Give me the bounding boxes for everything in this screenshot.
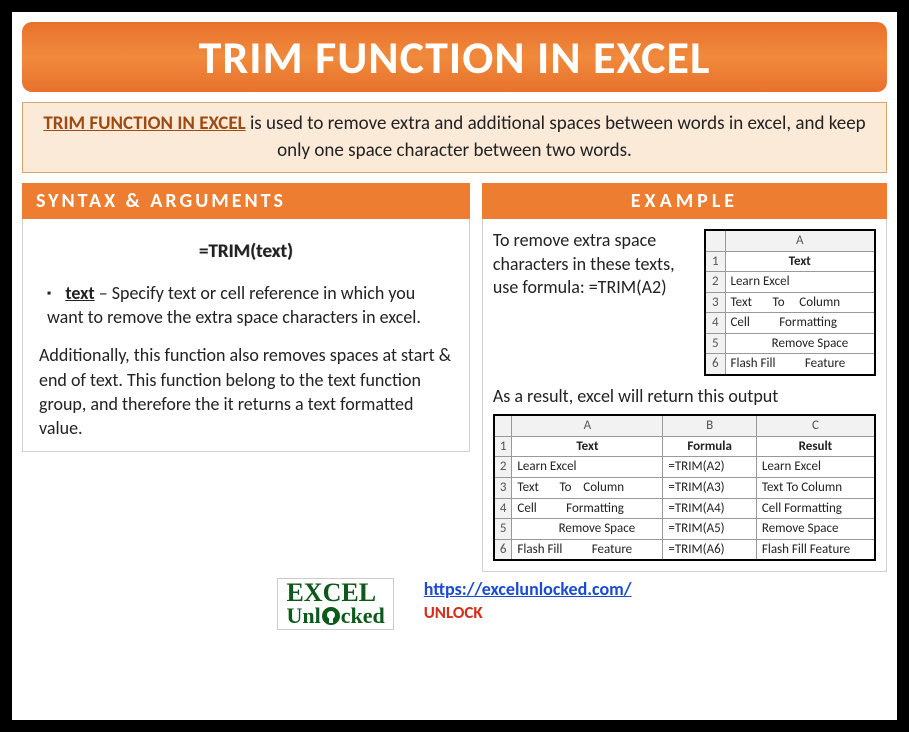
table-row: 6Flash Fill Feature bbox=[705, 354, 875, 375]
col-header-b: B bbox=[663, 415, 756, 436]
keyhole-icon bbox=[322, 607, 340, 625]
page-title: TRIM FUNCTION IN EXCEL bbox=[22, 30, 887, 86]
cell: Formula bbox=[663, 436, 756, 457]
row-number: 3 bbox=[705, 292, 725, 313]
syntax-additional: Additionally, this function also removes… bbox=[39, 343, 453, 440]
table-row: 5 Remove Space=TRIM(A5)Remove Space bbox=[494, 519, 875, 540]
syntax-column: SYNTAX & ARGUMENTS =TRIM(text) text – Sp… bbox=[22, 183, 470, 572]
argument-desc: – Specify text or cell reference in whic… bbox=[47, 282, 421, 328]
table-row: 1Text bbox=[705, 251, 875, 272]
row-number: 2 bbox=[494, 457, 512, 478]
document-card: TRIM FUNCTION IN EXCEL TRIM FUNCTION IN … bbox=[12, 12, 897, 720]
footer: EXCEL Unlcked https://excelunlocked.com/… bbox=[22, 578, 887, 630]
logo-part-b: cked bbox=[341, 603, 385, 628]
cell: Text To Column bbox=[756, 477, 875, 498]
table-row: 2Learn Excel bbox=[705, 272, 875, 293]
cell: Text To Column bbox=[725, 292, 875, 313]
cell: Learn Excel bbox=[512, 457, 663, 478]
table-header-row: A bbox=[705, 230, 875, 251]
title-bar: TRIM FUNCTION IN EXCEL bbox=[22, 22, 887, 92]
table-row: 2Learn Excel=TRIM(A2)Learn Excel bbox=[494, 457, 875, 478]
cell: Cell Formatting bbox=[512, 498, 663, 519]
cell: Learn Excel bbox=[725, 272, 875, 293]
cell: =TRIM(A6) bbox=[663, 539, 756, 560]
cell: Result bbox=[756, 436, 875, 457]
syntax-body: =TRIM(text) text – Specify text or cell … bbox=[22, 219, 470, 451]
row-number: 1 bbox=[494, 436, 512, 457]
footer-unlock: UNLOCK bbox=[424, 602, 632, 623]
row-number: 3 bbox=[494, 477, 512, 498]
footer-url-link[interactable]: https://excelunlocked.com/ bbox=[424, 578, 632, 600]
cell: Flash Fill Feature bbox=[512, 539, 663, 560]
row-number: 6 bbox=[494, 539, 512, 560]
logo-part-a: Unl bbox=[286, 603, 320, 628]
cell: =TRIM(A2) bbox=[663, 457, 756, 478]
brand-logo: EXCEL Unlcked bbox=[277, 578, 393, 630]
table-row: 5 Remove Space bbox=[705, 333, 875, 354]
cell: Text To Column bbox=[512, 477, 663, 498]
row-number: 5 bbox=[705, 333, 725, 354]
cell: Remove Space bbox=[512, 519, 663, 540]
syntax-formula: =TRIM(text) bbox=[39, 239, 453, 265]
example-intro: To remove extra space characters in thes… bbox=[493, 229, 694, 376]
row-number: 4 bbox=[705, 313, 725, 334]
argument-list: text – Specify text or cell reference in… bbox=[47, 281, 453, 330]
cell: Flash Fill Feature bbox=[725, 354, 875, 375]
cell: Learn Excel bbox=[756, 457, 875, 478]
table-header-row: A B C bbox=[494, 415, 875, 436]
row-number: 2 bbox=[705, 272, 725, 293]
logo-line2: Unlcked bbox=[286, 606, 384, 627]
example-column: EXAMPLE To remove extra space characters… bbox=[482, 183, 887, 572]
example-input-table: A 1Text2Learn Excel3Text To Column4Cell … bbox=[704, 229, 876, 376]
table-row: 3Text To Column=TRIM(A3)Text To Column bbox=[494, 477, 875, 498]
example-heading: EXAMPLE bbox=[482, 183, 887, 219]
cell: Text bbox=[725, 251, 875, 272]
table-row: 4Cell Formatting=TRIM(A4)Cell Formatting bbox=[494, 498, 875, 519]
columns: SYNTAX & ARGUMENTS =TRIM(text) text – Sp… bbox=[22, 183, 887, 572]
cell: Cell Formatting bbox=[756, 498, 875, 519]
corner-cell bbox=[494, 415, 512, 436]
cell: Remove Space bbox=[725, 333, 875, 354]
example-result-line: As a result, excel will return this outp… bbox=[493, 384, 876, 408]
cell: Remove Space bbox=[756, 519, 875, 540]
cell: =TRIM(A5) bbox=[663, 519, 756, 540]
table-row: 1TextFormulaResult bbox=[494, 436, 875, 457]
row-number: 1 bbox=[705, 251, 725, 272]
row-number: 5 bbox=[494, 519, 512, 540]
col-header-a: A bbox=[512, 415, 663, 436]
example-output-table: A B C 1TextFormulaResult2Learn Excel=TRI… bbox=[493, 414, 876, 561]
row-number: 4 bbox=[494, 498, 512, 519]
cell: Cell Formatting bbox=[725, 313, 875, 334]
row-number: 6 bbox=[705, 354, 725, 375]
argument-item: text – Specify text or cell reference in… bbox=[47, 281, 453, 330]
col-header: A bbox=[725, 230, 875, 251]
intro-lead: TRIM FUNCTION IN EXCEL bbox=[43, 112, 245, 135]
intro-box: TRIM FUNCTION IN EXCEL is used to remove… bbox=[22, 102, 887, 173]
cell: =TRIM(A3) bbox=[663, 477, 756, 498]
table-row: 3Text To Column bbox=[705, 292, 875, 313]
syntax-heading: SYNTAX & ARGUMENTS bbox=[22, 183, 470, 219]
cell: Text bbox=[512, 436, 663, 457]
table-row: 4Cell Formatting bbox=[705, 313, 875, 334]
cell: Flash Fill Feature bbox=[756, 539, 875, 560]
col-header-c: C bbox=[756, 415, 875, 436]
table-row: 6Flash Fill Feature=TRIM(A6)Flash Fill F… bbox=[494, 539, 875, 560]
cell: =TRIM(A4) bbox=[663, 498, 756, 519]
intro-text: is used to remove extra and additional s… bbox=[246, 112, 866, 162]
corner-cell bbox=[705, 230, 725, 251]
argument-name: text bbox=[65, 282, 94, 304]
example-body: To remove extra space characters in thes… bbox=[482, 219, 887, 572]
footer-links: https://excelunlocked.com/ UNLOCK bbox=[424, 578, 632, 623]
example-top-row: To remove extra space characters in thes… bbox=[493, 229, 876, 376]
